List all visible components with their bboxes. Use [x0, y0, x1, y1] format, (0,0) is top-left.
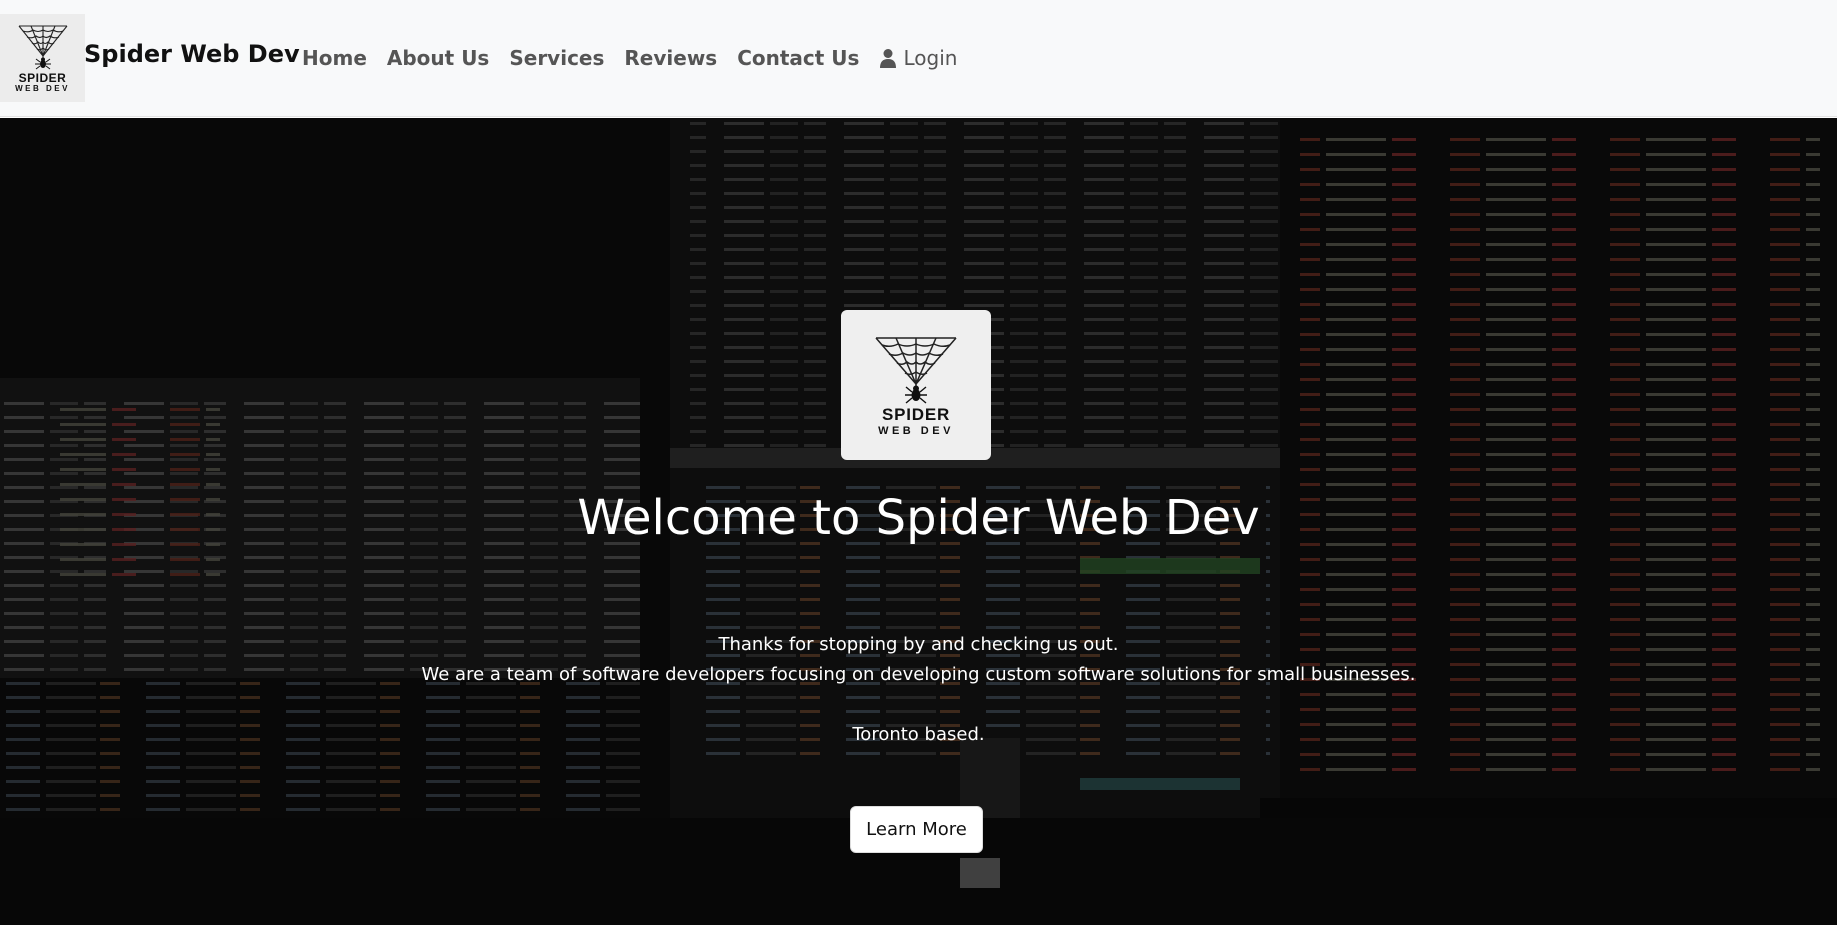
logo-text-webdev: WEB DEV	[15, 84, 70, 93]
hero-logo-text-webdev: WEB DEV	[878, 425, 954, 437]
brand-logo[interactable]: SPIDER WEB DEV	[0, 14, 85, 102]
learn-more-button[interactable]: Learn More	[850, 806, 983, 853]
login-link[interactable]: Login	[879, 46, 957, 70]
hero-section: SPIDER WEB DEV Welcome to Spider Web Dev…	[0, 118, 1837, 925]
user-icon	[880, 49, 897, 68]
logo-text-spider: SPIDER	[18, 71, 67, 85]
login-label: Login	[903, 46, 958, 70]
hero-title: Welcome to Spider Web Dev	[577, 490, 1260, 546]
nav-link-home[interactable]: Home	[302, 46, 367, 70]
spider-web-icon	[18, 25, 67, 70]
nav-link-services[interactable]: Services	[509, 46, 604, 70]
navbar: SPIDER WEB DEV Spider Web Dev Home About…	[0, 0, 1837, 117]
hero-description-line: We are a team of software developers foc…	[421, 664, 1416, 685]
brand-name[interactable]: Spider Web Dev	[84, 40, 300, 68]
hero-logo-text-spider: SPIDER	[881, 405, 951, 424]
hero-location-line: Toronto based.	[852, 724, 985, 745]
hero-intro-line: Thanks for stopping by and checking us o…	[718, 634, 1119, 655]
spider-web-icon	[875, 337, 957, 404]
hero-logo: SPIDER WEB DEV	[841, 310, 991, 460]
nav-link-reviews[interactable]: Reviews	[624, 46, 717, 70]
nav-links: Home About Us Services Reviews Contact U…	[302, 46, 957, 70]
nav-link-contact-us[interactable]: Contact Us	[737, 46, 859, 70]
nav-link-about-us[interactable]: About Us	[387, 46, 489, 70]
